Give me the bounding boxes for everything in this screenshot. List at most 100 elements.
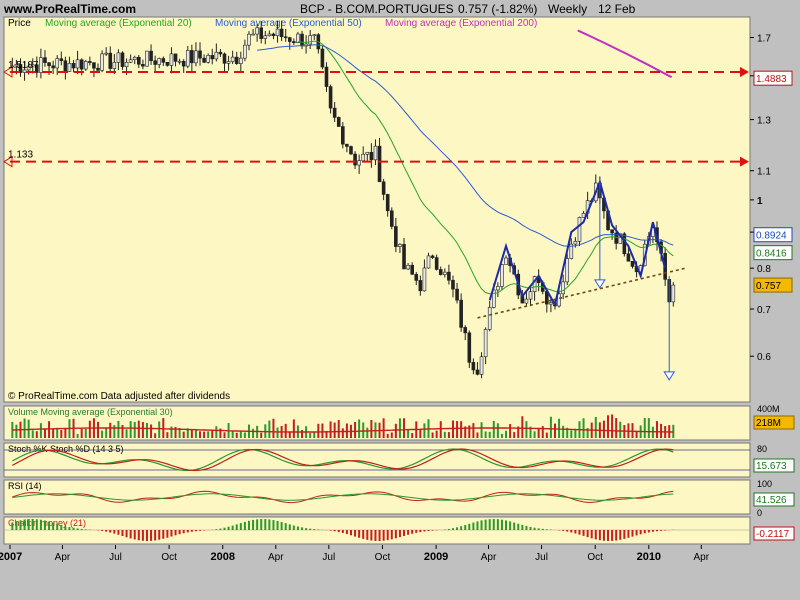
volume-bar xyxy=(386,433,389,438)
site-name[interactable]: www.ProRealTime.com xyxy=(3,2,136,16)
volume-bar xyxy=(488,431,491,438)
volume-bar xyxy=(594,417,597,438)
chaikin-bar xyxy=(268,519,271,530)
volume-bar xyxy=(15,424,18,438)
volume-bar xyxy=(235,432,238,438)
chaikin-bar xyxy=(627,530,630,538)
indicator-y-tick-label: 80 xyxy=(757,444,767,454)
y-tick-label: 0.7 xyxy=(757,305,771,316)
chaikin-bar xyxy=(447,528,450,530)
chaikin-bar xyxy=(594,530,597,540)
volume-bar xyxy=(525,421,528,438)
volume-bar xyxy=(358,419,361,438)
rsi-label: RSI (14) xyxy=(8,481,42,491)
volume-label: Volume Moving average (Exponential 30) xyxy=(8,407,173,417)
volume-bar xyxy=(419,429,422,438)
candle xyxy=(292,41,296,43)
volume-bar xyxy=(549,416,552,438)
volume-bar xyxy=(447,432,450,438)
candle xyxy=(161,58,166,63)
candle xyxy=(141,63,145,67)
volume-bar xyxy=(166,432,169,438)
chaikin-bar xyxy=(35,519,38,530)
candle xyxy=(120,52,125,68)
chaikin-bar xyxy=(582,530,585,536)
candle xyxy=(455,288,459,301)
date-label: 12 Feb xyxy=(598,2,636,16)
candle xyxy=(173,53,178,62)
chaikin-bar xyxy=(574,530,577,534)
candle xyxy=(500,264,504,287)
candle xyxy=(377,145,382,183)
chaikin-bar xyxy=(611,530,614,541)
chaikin-bar xyxy=(121,530,124,536)
chaikin-bar xyxy=(578,530,581,535)
chaikin-bar xyxy=(313,529,316,530)
chaikin-bar xyxy=(260,519,263,530)
volume-bar xyxy=(366,427,369,438)
volume-bar xyxy=(558,418,561,438)
volume-bar xyxy=(407,429,410,438)
chaikin-bar xyxy=(537,528,540,530)
candle xyxy=(169,53,174,66)
indicator-value-text: 15.673 xyxy=(756,461,787,472)
chaikin-bar xyxy=(280,522,283,530)
chaikin-bar xyxy=(150,530,153,541)
candle xyxy=(671,284,676,303)
x-tick-label: Apr xyxy=(55,552,71,563)
volume-bar xyxy=(145,423,148,438)
chaikin-bar xyxy=(264,519,267,530)
candle xyxy=(198,50,202,59)
volume-bar xyxy=(76,433,79,438)
candle xyxy=(157,58,162,65)
chaikin-bar xyxy=(423,530,426,532)
chaikin-bar xyxy=(349,530,352,536)
x-tick-label: 2009 xyxy=(424,551,448,563)
volume-bar xyxy=(382,418,385,438)
volume-bar xyxy=(411,433,414,438)
candle xyxy=(230,56,235,62)
candle xyxy=(630,260,635,267)
candle xyxy=(479,356,484,375)
volume-bar xyxy=(313,432,316,438)
chaikin-bar xyxy=(288,524,291,530)
volume-bar xyxy=(301,430,304,438)
chaikin-bar xyxy=(390,530,393,540)
candle xyxy=(385,194,390,212)
chaikin-bar xyxy=(517,523,520,530)
chaikin-bar xyxy=(529,526,532,530)
volume-bar xyxy=(431,432,434,438)
x-tick-label: Jul xyxy=(535,552,548,563)
candle xyxy=(239,57,243,64)
volume-bar xyxy=(43,429,46,438)
volume-bar xyxy=(435,430,438,438)
x-tick-label: Oct xyxy=(587,552,603,563)
chaikin-bar xyxy=(341,530,344,533)
value-badge-text: 1.4883 xyxy=(756,74,787,85)
candle xyxy=(577,217,582,242)
candle xyxy=(255,27,259,35)
volume-bar xyxy=(190,429,193,438)
volume-bar xyxy=(403,418,406,438)
chaikin-bar xyxy=(52,522,55,530)
chaikin-bar xyxy=(460,526,463,530)
candle xyxy=(83,61,88,70)
chaikin-bar xyxy=(407,530,410,535)
volume-bar xyxy=(611,414,614,438)
indicator-value-text: -0.2117 xyxy=(756,529,790,540)
candle xyxy=(108,52,113,69)
candle xyxy=(402,244,406,270)
candle xyxy=(373,145,378,161)
chaikin-bar xyxy=(309,528,312,530)
chaikin-bar xyxy=(333,530,336,532)
candle xyxy=(394,226,398,247)
chaikin-bar xyxy=(170,530,173,537)
y-tick-label: 0.6 xyxy=(757,352,771,363)
chaikin-bar xyxy=(174,530,177,536)
volume-bar xyxy=(101,430,104,438)
volume-bar xyxy=(35,431,38,438)
chaikin-bar xyxy=(72,527,75,530)
candle xyxy=(406,264,410,270)
candle xyxy=(328,86,333,109)
chaikin-bar xyxy=(301,527,304,530)
